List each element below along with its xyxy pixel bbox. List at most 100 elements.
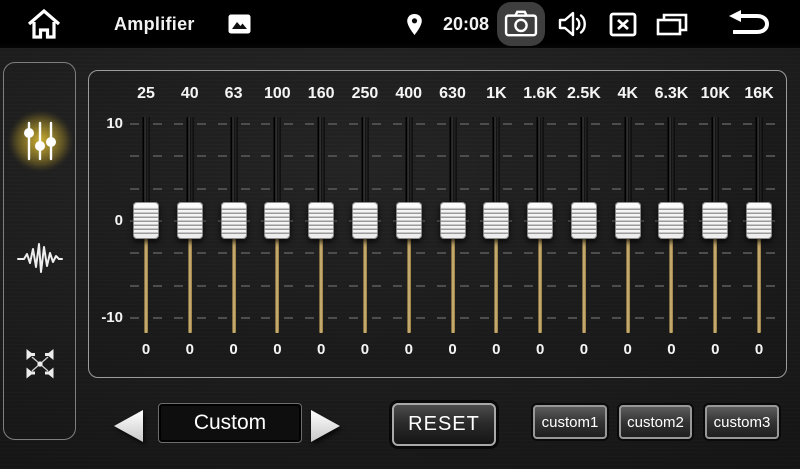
slider-tick — [591, 285, 600, 287]
slider-tick — [524, 285, 533, 287]
band-slider[interactable] — [518, 71, 562, 377]
wallpaper-image-icon[interactable] — [228, 14, 251, 34]
slider-tick — [568, 252, 577, 254]
band-value-label: 0 — [124, 341, 168, 358]
eq-band: 4000 — [387, 71, 431, 377]
band-slider-knob[interactable] — [527, 202, 553, 239]
sidebar-item-sound-effects[interactable] — [4, 241, 75, 275]
band-slider[interactable] — [343, 71, 387, 377]
location-pin-icon[interactable] — [406, 13, 423, 36]
slider-tick — [197, 188, 206, 190]
slider-tick — [699, 317, 708, 319]
band-slider[interactable] — [212, 71, 256, 377]
clock: 20:08 — [443, 14, 489, 35]
band-slider[interactable] — [387, 71, 431, 377]
band-slider[interactable] — [431, 71, 475, 377]
slider-tick — [655, 317, 664, 319]
slider-tick — [437, 188, 446, 190]
band-slider[interactable] — [124, 71, 168, 377]
preset-current-label: Custom — [194, 411, 266, 435]
slider-tick — [284, 317, 293, 319]
slider-tick — [547, 188, 556, 190]
band-slider[interactable] — [606, 71, 650, 377]
slider-tick — [349, 285, 358, 287]
preset-selector[interactable]: Custom — [158, 403, 302, 443]
reset-button[interactable]: RESET — [392, 403, 496, 446]
preset-previous-arrow[interactable] — [111, 409, 145, 443]
slider-tick — [503, 317, 512, 319]
band-slider[interactable] — [562, 71, 606, 377]
band-slider-knob[interactable] — [177, 202, 203, 239]
slider-tick — [460, 123, 469, 125]
eq-band: 2.5K0 — [562, 71, 606, 377]
band-slider-knob[interactable] — [615, 202, 641, 239]
slider-tick — [218, 317, 227, 319]
slider-tick — [153, 317, 162, 319]
slider-tick — [460, 155, 469, 157]
slider-tick — [372, 123, 381, 125]
home-icon[interactable] — [26, 8, 62, 40]
band-slider-knob[interactable] — [440, 202, 466, 239]
sidebar-item-balance-fader[interactable] — [4, 347, 75, 381]
band-slider-knob[interactable] — [221, 202, 247, 239]
band-slider-knob[interactable] — [396, 202, 422, 239]
slider-tick — [393, 252, 402, 254]
band-slider-knob[interactable] — [133, 202, 159, 239]
band-slider-knob[interactable] — [746, 202, 772, 239]
band-slider-knob[interactable] — [308, 202, 334, 239]
slider-tick — [437, 285, 446, 287]
volume-icon[interactable] — [557, 10, 589, 38]
slider-tick — [635, 285, 644, 287]
band-slider[interactable] — [474, 71, 518, 377]
slider-tick — [655, 123, 664, 125]
slider-tick — [153, 155, 162, 157]
slider-tick — [261, 123, 270, 125]
band-slider[interactable] — [649, 71, 693, 377]
band-slider-knob[interactable] — [658, 202, 684, 239]
band-slider[interactable] — [737, 71, 781, 377]
slider-tick — [130, 155, 139, 157]
band-slider[interactable] — [168, 71, 212, 377]
slider-tick — [547, 123, 556, 125]
screenshot-camera-button[interactable] — [497, 2, 545, 46]
back-icon[interactable] — [728, 9, 772, 39]
band-slider-knob[interactable] — [264, 202, 290, 239]
slider-tick — [503, 155, 512, 157]
band-slider-knob[interactable] — [352, 202, 378, 239]
slider-tick — [524, 317, 533, 319]
custom2-button[interactable]: custom2 — [619, 405, 692, 439]
band-slider[interactable] — [693, 71, 737, 377]
band-value-label: 0 — [649, 341, 693, 358]
slider-tick — [349, 188, 358, 190]
custom3-label: custom3 — [714, 414, 771, 431]
band-slider[interactable] — [299, 71, 343, 377]
eq-band: 4K0 — [606, 71, 650, 377]
slider-tick — [547, 317, 556, 319]
slider-tick — [130, 317, 139, 319]
custom3-button[interactable]: custom3 — [705, 405, 779, 439]
custom1-button[interactable]: custom1 — [533, 405, 607, 439]
band-slider-knob[interactable] — [702, 202, 728, 239]
close-app-icon[interactable] — [609, 12, 637, 37]
slider-tick — [349, 317, 358, 319]
slider-tick — [699, 188, 708, 190]
slider-tick — [372, 155, 381, 157]
preset-next-arrow[interactable] — [309, 409, 343, 443]
custom1-label: custom1 — [542, 414, 599, 431]
band-slider-knob[interactable] — [571, 202, 597, 239]
sidebar-item-equalizer[interactable] — [4, 120, 75, 162]
equalizer-panel: 10 0 -10 250400630100016002500400063001K… — [88, 70, 787, 378]
slider-tick — [305, 188, 314, 190]
slider-tick — [655, 188, 664, 190]
slider-tick — [218, 252, 227, 254]
slider-tick — [174, 285, 183, 287]
recent-apps-icon[interactable] — [656, 12, 688, 37]
band-slider[interactable] — [255, 71, 299, 377]
slider-tick — [328, 123, 337, 125]
band-slider-knob[interactable] — [483, 202, 509, 239]
slider-tick — [305, 317, 314, 319]
eq-band: 1.6K0 — [518, 71, 562, 377]
equalizer-sliders-icon — [22, 120, 58, 162]
slider-tick — [524, 188, 533, 190]
slider-tick — [241, 155, 250, 157]
